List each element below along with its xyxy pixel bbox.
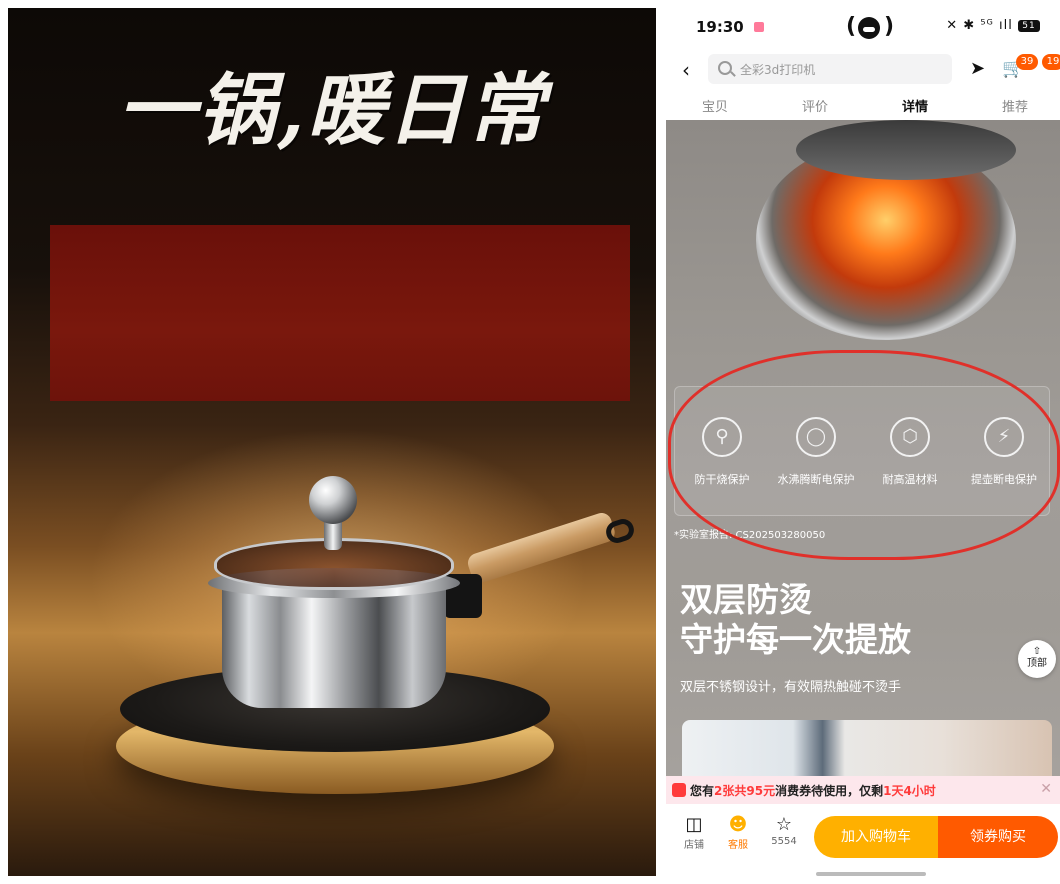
search-input[interactable]: 全彩3d打印机 <box>708 54 952 84</box>
island-left-bracket: ( <box>846 14 857 39</box>
headline: 双层防烫 守护每一次提放 <box>680 580 911 660</box>
heating-plate-image <box>756 120 1016 340</box>
island-right-bracket: ) <box>884 14 895 39</box>
status-icons: ✕ ✱ ⁵ᴳ ıll 51 <box>946 18 1040 33</box>
coupon-text: 您有2张共95元消费券待使用，仅剩1天4小时 <box>690 782 936 799</box>
back-to-top-label: 顶部 <box>1027 658 1047 669</box>
search-placeholder: 全彩3d打印机 <box>740 63 816 77</box>
top-navbar: ‹ 全彩3d打印机 ➤ 🛒 39 19 <box>666 52 1060 88</box>
service-icon: ☻ <box>728 814 748 835</box>
battery-icon: 51 <box>1018 19 1040 32</box>
dynamic-island: ( ) <box>846 10 894 44</box>
arrow-up-icon: ⇧ <box>1032 646 1042 657</box>
favorite-button[interactable]: ☆ 5554 <box>764 814 804 847</box>
detail-tabs: 宝贝 评价 详情 推荐 <box>666 92 1060 120</box>
store-icon: ◫ <box>685 814 703 835</box>
status-bar: 19:30 ( ) ✕ ✱ ⁵ᴳ ıll 51 <box>666 0 1060 52</box>
tab-reviews[interactable]: 评价 <box>802 96 828 115</box>
signal-icons: ✕ ✱ ⁵ᴳ ıll <box>946 18 1013 33</box>
red-redaction-block <box>50 225 630 401</box>
lid-knob <box>309 476 357 524</box>
close-icon[interactable]: ✕ <box>1040 781 1052 797</box>
poster-title: 一锅,暖日常 <box>117 65 547 156</box>
lid-cap-image <box>796 120 1016 180</box>
share-icon[interactable]: ➤ <box>970 58 985 79</box>
coupon-count: 2张共95元 <box>714 784 776 798</box>
add-to-cart-button[interactable]: 加入购物车 <box>814 816 938 858</box>
red-annotation-circle <box>668 350 1060 560</box>
island-app-icon <box>858 17 880 39</box>
bottom-action-bar: ◫ 店铺 ☻ 客服 ☆ 5554 加入购物车 领券购买 <box>666 804 1060 884</box>
phone-screen: 19:30 ( ) ✕ ✱ ⁵ᴳ ıll 51 ‹ 全彩3d打印机 ➤ 🛒 39… <box>666 0 1060 884</box>
favorite-count: 5554 <box>771 836 797 847</box>
back-to-top-button[interactable]: ⇧ 顶部 <box>1018 640 1056 678</box>
status-time: 19:30 <box>696 18 744 36</box>
coupon-prefix: 您有 <box>690 784 715 798</box>
headline-subtitle: 双层不锈钢设计，有效隔热触碰不烫手 <box>680 680 902 695</box>
pot-body <box>222 582 446 708</box>
coupon-icon <box>672 783 686 797</box>
store-label: 店铺 <box>684 840 704 851</box>
search-icon <box>718 61 732 75</box>
product-poster: 一锅,暖日常 <box>8 8 656 876</box>
cart-count-badge: 39 <box>1016 54 1038 70</box>
back-icon[interactable]: ‹ <box>682 58 690 82</box>
screenshot-root: 一锅,暖日常 19:30 ( ) ✕ ✱ ⁵ᴳ ıll 51 ‹ 全彩3d打印机… <box>0 0 1060 884</box>
service-label: 客服 <box>728 840 748 851</box>
service-button[interactable]: ☻ 客服 <box>718 814 758 851</box>
home-indicator[interactable] <box>816 872 926 876</box>
coupon-banner[interactable]: 您有2张共95元消费券待使用，仅剩1天4小时 ✕ <box>666 776 1060 804</box>
coupon-middle: 消费券待使用，仅剩 <box>775 784 884 798</box>
app-notification-icon <box>754 22 764 32</box>
star-icon: ☆ <box>775 814 793 835</box>
tab-item[interactable]: 宝贝 <box>702 96 728 115</box>
detail-content: ⚲ 防干烧保护 ◯ 水沸腾断电保护 ⬡ 耐高温材料 ⚡ 提壶断电保护 *实验室报… <box>666 120 1060 790</box>
store-button[interactable]: ◫ 店铺 <box>674 814 714 851</box>
tab-recommend[interactable]: 推荐 <box>1002 96 1028 115</box>
message-count-badge[interactable]: 19 <box>1042 54 1060 70</box>
buy-with-coupon-button[interactable]: 领券购买 <box>938 816 1058 858</box>
coupon-remaining: 1天4小时 <box>883 784 936 798</box>
headline-line1: 双层防烫 <box>680 580 812 619</box>
tab-details[interactable]: 详情 <box>902 96 928 115</box>
headline-line2: 守护每一次提放 <box>680 620 911 659</box>
